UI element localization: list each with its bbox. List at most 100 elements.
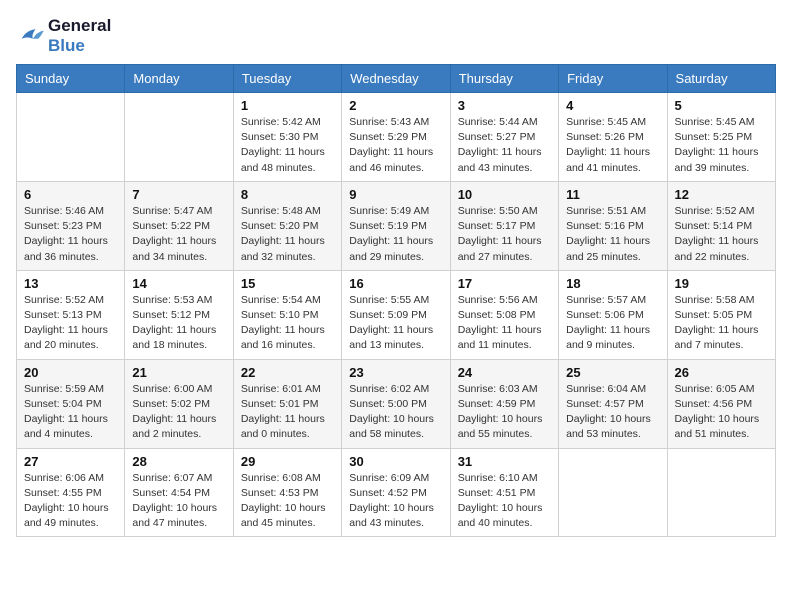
day-info: Sunrise: 6:03 AMSunset: 4:59 PMDaylight:… <box>458 382 551 443</box>
day-number: 17 <box>458 276 551 291</box>
day-info: Sunrise: 5:52 AMSunset: 5:14 PMDaylight:… <box>675 204 768 265</box>
calendar-cell: 23 Sunrise: 6:02 AMSunset: 5:00 PMDayligh… <box>342 359 450 448</box>
calendar-cell: 13 Sunrise: 5:52 AMSunset: 5:13 PMDayligh… <box>17 270 125 359</box>
day-number: 30 <box>349 454 442 469</box>
day-number: 5 <box>675 98 768 113</box>
calendar-cell: 25 Sunrise: 6:04 AMSunset: 4:57 PMDayligh… <box>559 359 667 448</box>
day-info: Sunrise: 6:00 AMSunset: 5:02 PMDaylight:… <box>132 382 225 443</box>
day-info: Sunrise: 6:07 AMSunset: 4:54 PMDaylight:… <box>132 471 225 532</box>
day-number: 4 <box>566 98 659 113</box>
day-number: 19 <box>675 276 768 291</box>
calendar-cell: 1 Sunrise: 5:42 AMSunset: 5:30 PMDaylight… <box>233 93 341 182</box>
column-header-tuesday: Tuesday <box>233 65 341 93</box>
day-info: Sunrise: 6:05 AMSunset: 4:56 PMDaylight:… <box>675 382 768 443</box>
calendar-cell: 31 Sunrise: 6:10 AMSunset: 4:51 PMDayligh… <box>450 448 558 537</box>
day-number: 21 <box>132 365 225 380</box>
calendar-cell: 24 Sunrise: 6:03 AMSunset: 4:59 PMDayligh… <box>450 359 558 448</box>
day-number: 13 <box>24 276 117 291</box>
day-number: 12 <box>675 187 768 202</box>
day-info: Sunrise: 5:55 AMSunset: 5:09 PMDaylight:… <box>349 293 442 354</box>
day-number: 22 <box>241 365 334 380</box>
day-info: Sunrise: 5:47 AMSunset: 5:22 PMDaylight:… <box>132 204 225 265</box>
day-info: Sunrise: 5:59 AMSunset: 5:04 PMDaylight:… <box>24 382 117 443</box>
day-info: Sunrise: 5:48 AMSunset: 5:20 PMDaylight:… <box>241 204 334 265</box>
calendar-cell: 16 Sunrise: 5:55 AMSunset: 5:09 PMDayligh… <box>342 270 450 359</box>
day-number: 20 <box>24 365 117 380</box>
calendar-cell: 28 Sunrise: 6:07 AMSunset: 4:54 PMDayligh… <box>125 448 233 537</box>
calendar-week-row: 27 Sunrise: 6:06 AMSunset: 4:55 PMDayligh… <box>17 448 776 537</box>
day-info: Sunrise: 5:45 AMSunset: 5:26 PMDaylight:… <box>566 115 659 176</box>
calendar-week-row: 13 Sunrise: 5:52 AMSunset: 5:13 PMDayligh… <box>17 270 776 359</box>
day-number: 8 <box>241 187 334 202</box>
day-info: Sunrise: 5:49 AMSunset: 5:19 PMDaylight:… <box>349 204 442 265</box>
calendar-cell: 15 Sunrise: 5:54 AMSunset: 5:10 PMDayligh… <box>233 270 341 359</box>
day-number: 1 <box>241 98 334 113</box>
day-number: 16 <box>349 276 442 291</box>
calendar-cell: 17 Sunrise: 5:56 AMSunset: 5:08 PMDayligh… <box>450 270 558 359</box>
day-info: Sunrise: 5:50 AMSunset: 5:17 PMDaylight:… <box>458 204 551 265</box>
day-number: 10 <box>458 187 551 202</box>
calendar-cell: 14Sunrise: 5:53 AMSunset: 5:12 PMDayligh… <box>125 270 233 359</box>
day-number: 28 <box>132 454 225 469</box>
day-info: Sunrise: 6:08 AMSunset: 4:53 PMDaylight:… <box>241 471 334 532</box>
day-info: Sunrise: 5:54 AMSunset: 5:10 PMDaylight:… <box>241 293 334 354</box>
page-header: General Blue <box>16 16 776 56</box>
column-header-monday: Monday <box>125 65 233 93</box>
day-info: Sunrise: 5:51 AMSunset: 5:16 PMDaylight:… <box>566 204 659 265</box>
day-number: 2 <box>349 98 442 113</box>
calendar: SundayMondayTuesdayWednesdayThursdayFrid… <box>16 64 776 537</box>
calendar-cell: 18 Sunrise: 5:57 AMSunset: 5:06 PMDayligh… <box>559 270 667 359</box>
day-number: 27 <box>24 454 117 469</box>
calendar-cell: 4 Sunrise: 5:45 AMSunset: 5:26 PMDaylight… <box>559 93 667 182</box>
calendar-cell: 2 Sunrise: 5:43 AMSunset: 5:29 PMDaylight… <box>342 93 450 182</box>
column-header-sunday: Sunday <box>17 65 125 93</box>
calendar-cell: 21 Sunrise: 6:00 AMSunset: 5:02 PMDayligh… <box>125 359 233 448</box>
day-info: Sunrise: 5:42 AMSunset: 5:30 PMDaylight:… <box>241 115 334 176</box>
day-number: 23 <box>349 365 442 380</box>
calendar-cell: 7 Sunrise: 5:47 AMSunset: 5:22 PMDaylight… <box>125 181 233 270</box>
day-info: Sunrise: 5:57 AMSunset: 5:06 PMDaylight:… <box>566 293 659 354</box>
day-info: Sunrise: 5:43 AMSunset: 5:29 PMDaylight:… <box>349 115 442 176</box>
day-number: 11 <box>566 187 659 202</box>
day-info: Sunrise: 5:56 AMSunset: 5:08 PMDaylight:… <box>458 293 551 354</box>
column-header-thursday: Thursday <box>450 65 558 93</box>
calendar-cell: 30 Sunrise: 6:09 AMSunset: 4:52 PMDayligh… <box>342 448 450 537</box>
day-number: 3 <box>458 98 551 113</box>
calendar-cell: 19Sunrise: 5:58 AMSunset: 5:05 PMDayligh… <box>667 270 775 359</box>
logo: General Blue <box>16 16 111 56</box>
day-info: Sunrise: 6:04 AMSunset: 4:57 PMDaylight:… <box>566 382 659 443</box>
column-header-friday: Friday <box>559 65 667 93</box>
day-number: 15 <box>241 276 334 291</box>
calendar-cell <box>667 448 775 537</box>
calendar-cell: 22Sunrise: 6:01 AMSunset: 5:01 PMDayligh… <box>233 359 341 448</box>
calendar-cell: 11 Sunrise: 5:51 AMSunset: 5:16 PMDayligh… <box>559 181 667 270</box>
calendar-cell: 8 Sunrise: 5:48 AMSunset: 5:20 PMDaylight… <box>233 181 341 270</box>
day-info: Sunrise: 6:06 AMSunset: 4:55 PMDaylight:… <box>24 471 117 532</box>
day-number: 31 <box>458 454 551 469</box>
day-info: Sunrise: 6:10 AMSunset: 4:51 PMDaylight:… <box>458 471 551 532</box>
logo-icon <box>16 25 44 47</box>
day-info: Sunrise: 6:09 AMSunset: 4:52 PMDaylight:… <box>349 471 442 532</box>
day-number: 24 <box>458 365 551 380</box>
day-info: Sunrise: 5:45 AMSunset: 5:25 PMDaylight:… <box>675 115 768 176</box>
day-number: 26 <box>675 365 768 380</box>
day-number: 6 <box>24 187 117 202</box>
calendar-cell: 10 Sunrise: 5:50 AMSunset: 5:17 PMDayligh… <box>450 181 558 270</box>
logo-text: General Blue <box>48 16 111 56</box>
calendar-week-row: 20 Sunrise: 5:59 AMSunset: 5:04 PMDayligh… <box>17 359 776 448</box>
day-number: 25 <box>566 365 659 380</box>
calendar-cell: 20 Sunrise: 5:59 AMSunset: 5:04 PMDayligh… <box>17 359 125 448</box>
day-info: Sunrise: 5:52 AMSunset: 5:13 PMDaylight:… <box>24 293 117 354</box>
column-header-wednesday: Wednesday <box>342 65 450 93</box>
calendar-week-row: 1 Sunrise: 5:42 AMSunset: 5:30 PMDaylight… <box>17 93 776 182</box>
calendar-header-row: SundayMondayTuesdayWednesdayThursdayFrid… <box>17 65 776 93</box>
day-number: 29 <box>241 454 334 469</box>
calendar-cell <box>559 448 667 537</box>
calendar-cell: 12 Sunrise: 5:52 AMSunset: 5:14 PMDayligh… <box>667 181 775 270</box>
day-info: Sunrise: 5:46 AMSunset: 5:23 PMDaylight:… <box>24 204 117 265</box>
day-info: Sunrise: 6:02 AMSunset: 5:00 PMDaylight:… <box>349 382 442 443</box>
day-number: 18 <box>566 276 659 291</box>
calendar-cell <box>125 93 233 182</box>
calendar-week-row: 6 Sunrise: 5:46 AMSunset: 5:23 PMDaylight… <box>17 181 776 270</box>
day-number: 7 <box>132 187 225 202</box>
